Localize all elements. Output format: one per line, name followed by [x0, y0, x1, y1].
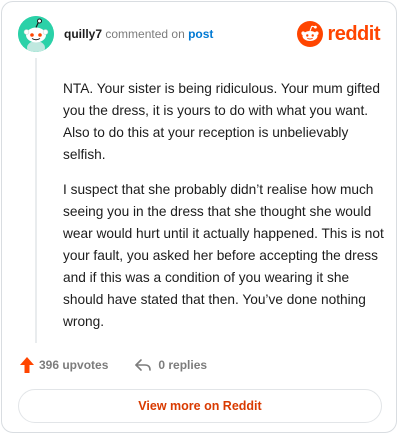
snoo-avatar-icon — [18, 16, 54, 52]
user-avatar[interactable] — [18, 16, 54, 52]
reply-arrow-icon[interactable] — [134, 358, 152, 372]
upvote-arrow-icon[interactable] — [19, 356, 35, 374]
comment-actions: 396 upvotes 0 replies — [19, 353, 207, 377]
comment-paragraph: I suspect that she probably didn’t reali… — [63, 182, 384, 329]
byline-verb: commented on — [105, 27, 185, 41]
comment-embed-card: quilly7 commented on post reddit NTA. Yo… — [1, 1, 397, 433]
post-link[interactable]: post — [188, 27, 213, 41]
upvote-count: 396 upvotes — [39, 358, 109, 372]
comment-byline: quilly7 commented on post — [64, 27, 213, 41]
view-more-label: View more on Reddit — [138, 399, 262, 413]
reddit-wordmark: reddit — [327, 22, 380, 45]
reddit-logo-icon — [297, 21, 324, 47]
thread-line — [35, 58, 37, 343]
username-link[interactable]: quilly7 — [64, 27, 102, 41]
view-more-button[interactable]: View more on Reddit — [18, 389, 382, 423]
comment-body: NTA. Your sister is being ridiculous. Yo… — [63, 78, 389, 346]
reply-count: 0 replies — [158, 358, 208, 372]
comment-header: quilly7 commented on post reddit — [18, 16, 380, 56]
comment-paragraph: NTA. Your sister is being ridiculous. Yo… — [63, 81, 380, 162]
reddit-brand[interactable]: reddit — [297, 20, 380, 48]
